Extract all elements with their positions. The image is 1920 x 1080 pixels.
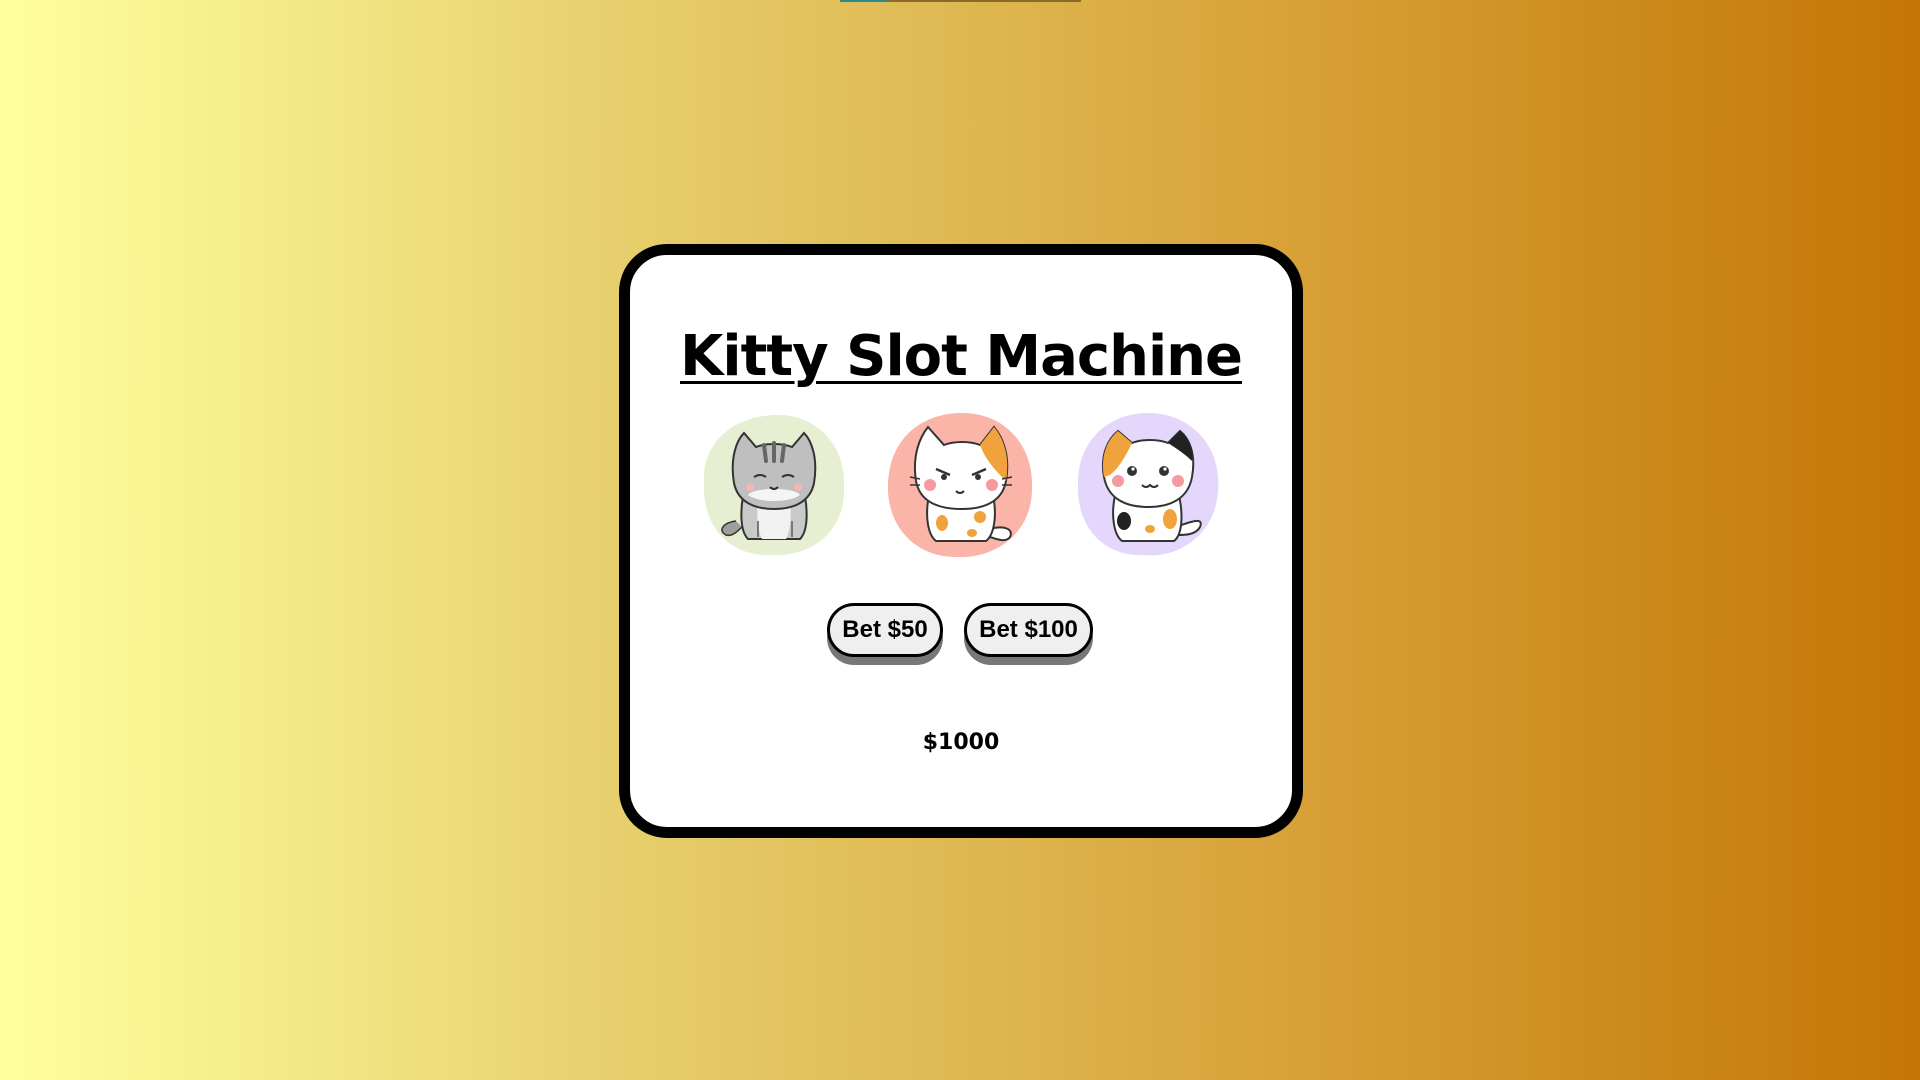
page-title: Kitty Slot Machine	[679, 324, 1243, 389]
top-decoration-line	[840, 0, 1081, 2]
reel-1	[700, 411, 848, 559]
slot-machine-card: Kitty Slot Machine Bet $50 Bet $100 $100…	[619, 244, 1303, 838]
reel-3	[1074, 411, 1222, 559]
gray-tabby-cat-icon	[703, 414, 845, 556]
reels-row	[700, 411, 1222, 559]
calico-cat-sitting-icon	[1077, 413, 1219, 556]
bet-50-button[interactable]: Bet $50	[827, 603, 943, 657]
bet-100-button[interactable]: Bet $100	[964, 603, 1093, 657]
reel-2	[886, 411, 1034, 559]
top-decoration-accent	[840, 0, 887, 2]
balance-display: $1000	[922, 730, 1000, 755]
calico-cat-grumpy-icon	[887, 412, 1033, 558]
